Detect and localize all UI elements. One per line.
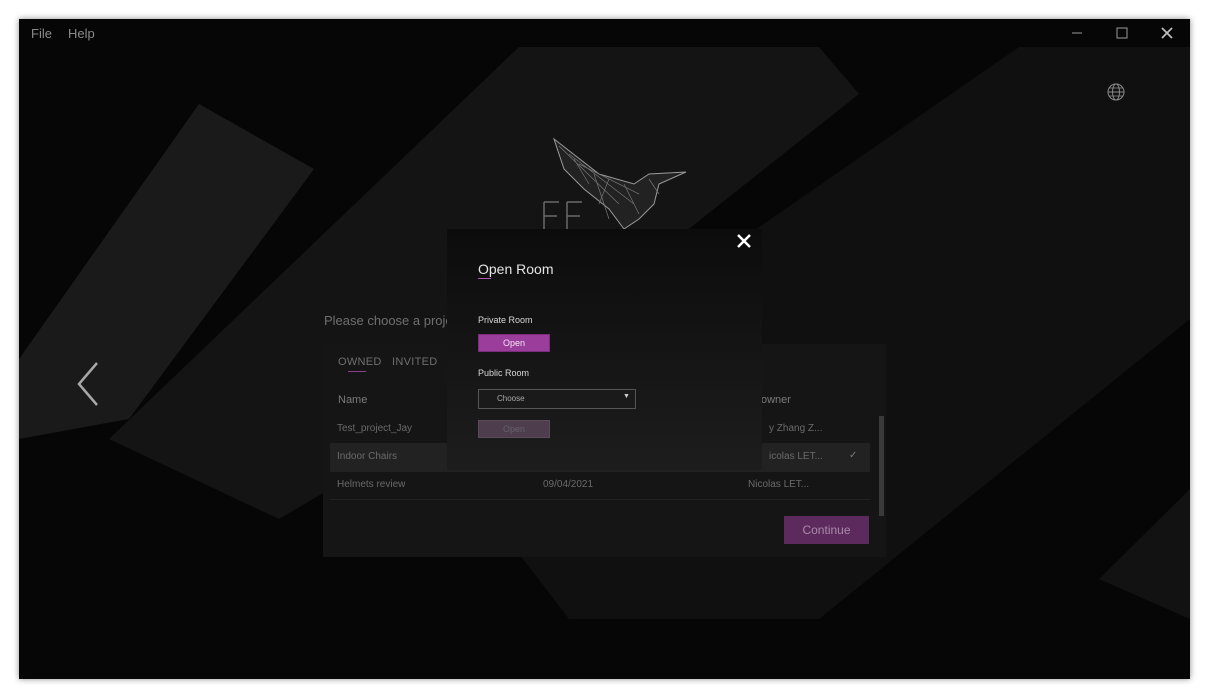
- check-icon: ✓: [849, 450, 858, 461]
- select-value: Choose: [497, 394, 525, 403]
- close-icon[interactable]: [736, 233, 752, 249]
- dialog-title: Open Room: [478, 261, 554, 277]
- tab-invited[interactable]: INVITED: [392, 356, 438, 368]
- title-underline: [478, 278, 491, 279]
- project-owner: Nicolas LET...: [748, 479, 810, 490]
- public-open-button[interactable]: Open: [478, 420, 550, 438]
- private-open-button[interactable]: Open: [478, 334, 550, 352]
- project-date: 09/04/2021: [543, 479, 594, 490]
- language-globe-icon[interactable]: [1107, 83, 1125, 101]
- scrollbar[interactable]: [879, 416, 884, 516]
- tab-owned-indicator: [348, 371, 366, 372]
- project-name: Test_project_Jay: [337, 423, 413, 434]
- private-room-label: Private Room: [478, 315, 533, 325]
- project-name: Indoor Chairs: [337, 451, 398, 462]
- column-header-name[interactable]: Name: [338, 394, 367, 406]
- close-icon[interactable]: [1147, 19, 1187, 47]
- choose-project-prompt: Please choose a proje: [324, 313, 453, 328]
- tab-owned[interactable]: OWNED: [338, 356, 382, 368]
- minimize-icon[interactable]: [1057, 19, 1097, 47]
- dropdown-arrow-icon: ▼: [623, 393, 630, 400]
- menu-file[interactable]: File: [31, 26, 52, 41]
- chevron-left-icon[interactable]: [75, 359, 105, 409]
- maximize-icon[interactable]: [1102, 19, 1142, 47]
- project-owner: y Zhang Z...: [769, 423, 823, 434]
- project-name: Helmets review: [337, 479, 406, 490]
- public-room-label: Public Room: [478, 368, 530, 378]
- table-row[interactable]: Helmets review 09/04/2021 Nicolas LET...: [330, 472, 870, 500]
- menubar: File Help: [19, 19, 1190, 47]
- app-window: File Help Please choose a proje OWNED IN…: [19, 19, 1190, 679]
- bird-logo-icon: [543, 137, 687, 234]
- column-header-owner[interactable]: owner: [761, 394, 791, 406]
- open-room-dialog: Open Room Private Room Open Public Room …: [447, 229, 762, 470]
- public-room-select[interactable]: Choose ▼: [478, 389, 636, 409]
- continue-button[interactable]: Continue: [784, 516, 869, 544]
- menu-help[interactable]: Help: [68, 26, 95, 41]
- project-owner: icolas LET...: [769, 451, 823, 462]
